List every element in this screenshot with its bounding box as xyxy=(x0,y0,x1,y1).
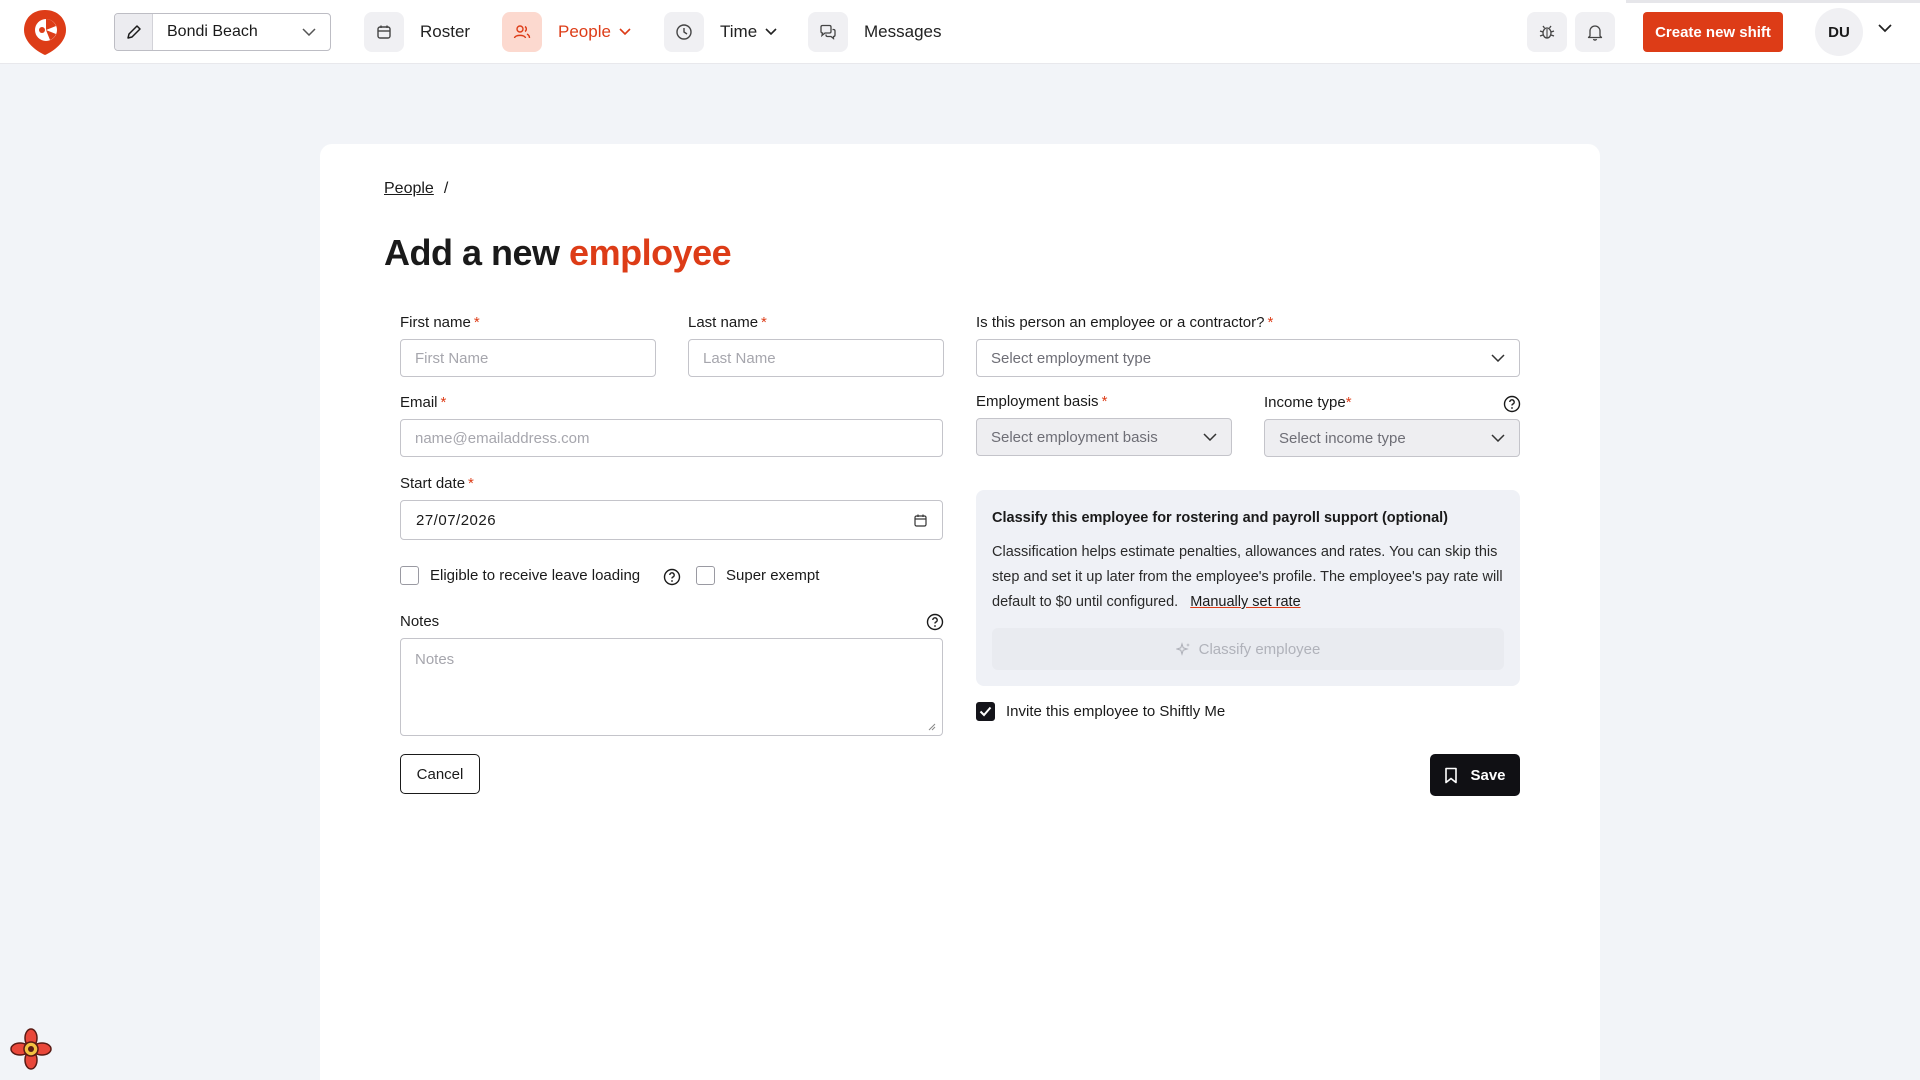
resize-handle-icon[interactable] xyxy=(926,721,936,731)
manually-set-rate-link[interactable]: Manually set rate xyxy=(1190,594,1300,610)
classify-employee-button[interactable]: Classify employee xyxy=(992,628,1504,670)
employment-type-placeholder: Select employment type xyxy=(991,349,1152,367)
income-type-label-text: Income type xyxy=(1264,394,1346,411)
super-exempt-label: Super exempt xyxy=(726,567,820,584)
checkmark-icon xyxy=(979,706,992,717)
start-date-label: Start date * xyxy=(400,475,474,492)
notes-label: Notes xyxy=(400,613,440,630)
nav-roster[interactable]: Roster xyxy=(364,12,470,52)
page-title-highlight: employee xyxy=(569,232,732,273)
last-name-input[interactable] xyxy=(688,339,944,377)
top-accent-strip xyxy=(1626,0,1920,3)
chevron-down-icon xyxy=(1491,354,1505,362)
avatar[interactable]: DU xyxy=(1815,8,1863,56)
breadcrumb-people-link[interactable]: People xyxy=(384,180,434,198)
debug-tool-icon[interactable] xyxy=(10,1028,52,1070)
pencil-icon xyxy=(126,25,141,39)
location-selector[interactable]: Bondi Beach xyxy=(114,13,331,51)
nav-roster-label: Roster xyxy=(420,22,471,41)
start-date-value: 27/07/2026 xyxy=(416,511,497,529)
nav-time[interactable]: Time xyxy=(664,12,777,52)
required-mark: * xyxy=(761,314,767,331)
save-button[interactable]: Save xyxy=(1430,754,1520,796)
app-logo-icon[interactable] xyxy=(22,8,68,56)
page-title: Add a new employee xyxy=(384,232,732,274)
chevron-down-icon xyxy=(1491,434,1505,442)
required-mark: * xyxy=(1101,393,1108,410)
edit-location-button[interactable] xyxy=(115,14,153,50)
clock-icon xyxy=(664,12,704,52)
super-exempt-checkbox[interactable] xyxy=(696,566,715,585)
chevron-down-icon xyxy=(302,28,316,36)
last-name-label-text: Last name xyxy=(688,314,759,331)
classification-title: Classify this employee for rostering and… xyxy=(992,510,1449,526)
employment-basis-label: Employment basis * xyxy=(976,393,1107,410)
cancel-button[interactable]: Cancel xyxy=(400,754,480,794)
breadcrumb-separator: / xyxy=(443,180,449,197)
chevron-down-icon xyxy=(619,28,631,36)
required-mark: * xyxy=(1267,314,1274,331)
nav-people[interactable]: People xyxy=(502,12,631,52)
email-label-text: Email xyxy=(400,394,438,411)
required-mark: * xyxy=(440,394,447,411)
email-label: Email * xyxy=(400,394,446,411)
required-mark: * xyxy=(473,314,480,331)
classification-panel: Classify this employee for rostering and… xyxy=(976,490,1520,686)
breadcrumb: People / xyxy=(384,180,448,198)
help-icon[interactable] xyxy=(926,613,944,631)
nav-people-label: People xyxy=(558,22,611,41)
start-date-label-text: Start date xyxy=(400,475,466,492)
top-navigation-bar: Bondi Beach Roster People Time Messages xyxy=(0,0,1920,64)
help-icon[interactable] xyxy=(663,568,681,586)
calendar-icon xyxy=(364,12,404,52)
income-type-placeholder: Select income type xyxy=(1279,429,1406,447)
help-icon[interactable] xyxy=(1503,395,1521,413)
leave-loading-label: Eligible to receive leave loading xyxy=(430,567,641,584)
bookmark-icon xyxy=(1445,767,1458,783)
location-label: Bondi Beach xyxy=(167,23,258,40)
income-type-label: Income type* xyxy=(1264,394,1352,411)
first-name-label: First name * xyxy=(400,314,480,331)
bug-icon xyxy=(1539,25,1555,39)
employment-basis-label-text: Employment basis xyxy=(976,393,1099,410)
required-mark: * xyxy=(468,475,474,492)
create-new-shift-button[interactable]: Create new shift xyxy=(1643,12,1783,52)
start-date-input[interactable]: 27/07/2026 xyxy=(400,500,943,540)
employment-type-select[interactable]: Select employment type xyxy=(976,339,1520,377)
chevron-down-icon xyxy=(765,28,777,36)
invite-label: Invite this employee to Shiftly Me xyxy=(1006,703,1226,720)
email-field[interactable] xyxy=(400,419,943,457)
nav-messages[interactable]: Messages xyxy=(808,12,941,52)
notes-textarea[interactable] xyxy=(400,638,943,736)
invite-checkbox[interactable] xyxy=(976,702,995,721)
employment-basis-select[interactable]: Select employment basis xyxy=(976,418,1232,456)
leave-loading-checkbox[interactable] xyxy=(400,566,419,585)
sparkle-icon xyxy=(1175,641,1190,656)
chevron-down-icon xyxy=(1203,433,1217,441)
chat-icon xyxy=(808,12,848,52)
add-employee-card: People / Add a new employee First name * … xyxy=(320,144,1600,1080)
page-title-prefix: Add a new xyxy=(384,232,560,273)
people-icon xyxy=(502,12,542,52)
notifications-button[interactable] xyxy=(1575,12,1615,52)
required-mark: * xyxy=(1345,394,1352,411)
calendar-icon[interactable] xyxy=(914,514,927,527)
save-label: Save xyxy=(1470,766,1506,784)
chevron-down-icon[interactable] xyxy=(1878,24,1892,33)
nav-messages-label: Messages xyxy=(864,22,942,41)
employment-type-label-text: Is this person an employee or a contract… xyxy=(976,314,1265,331)
nav-time-label: Time xyxy=(720,22,758,41)
last-name-label: Last name * xyxy=(688,314,767,331)
employment-basis-placeholder: Select employment basis xyxy=(991,428,1158,446)
classify-employee-label: Classify employee xyxy=(1198,640,1321,658)
report-bug-button[interactable] xyxy=(1527,12,1567,52)
first-name-input[interactable] xyxy=(400,339,656,377)
bell-icon xyxy=(1587,25,1603,41)
employment-type-label: Is this person an employee or a contract… xyxy=(976,314,1273,331)
classification-description: Classification helps estimate penalties,… xyxy=(992,540,1507,615)
income-type-select[interactable]: Select income type xyxy=(1264,419,1520,457)
first-name-label-text: First name xyxy=(400,314,471,331)
